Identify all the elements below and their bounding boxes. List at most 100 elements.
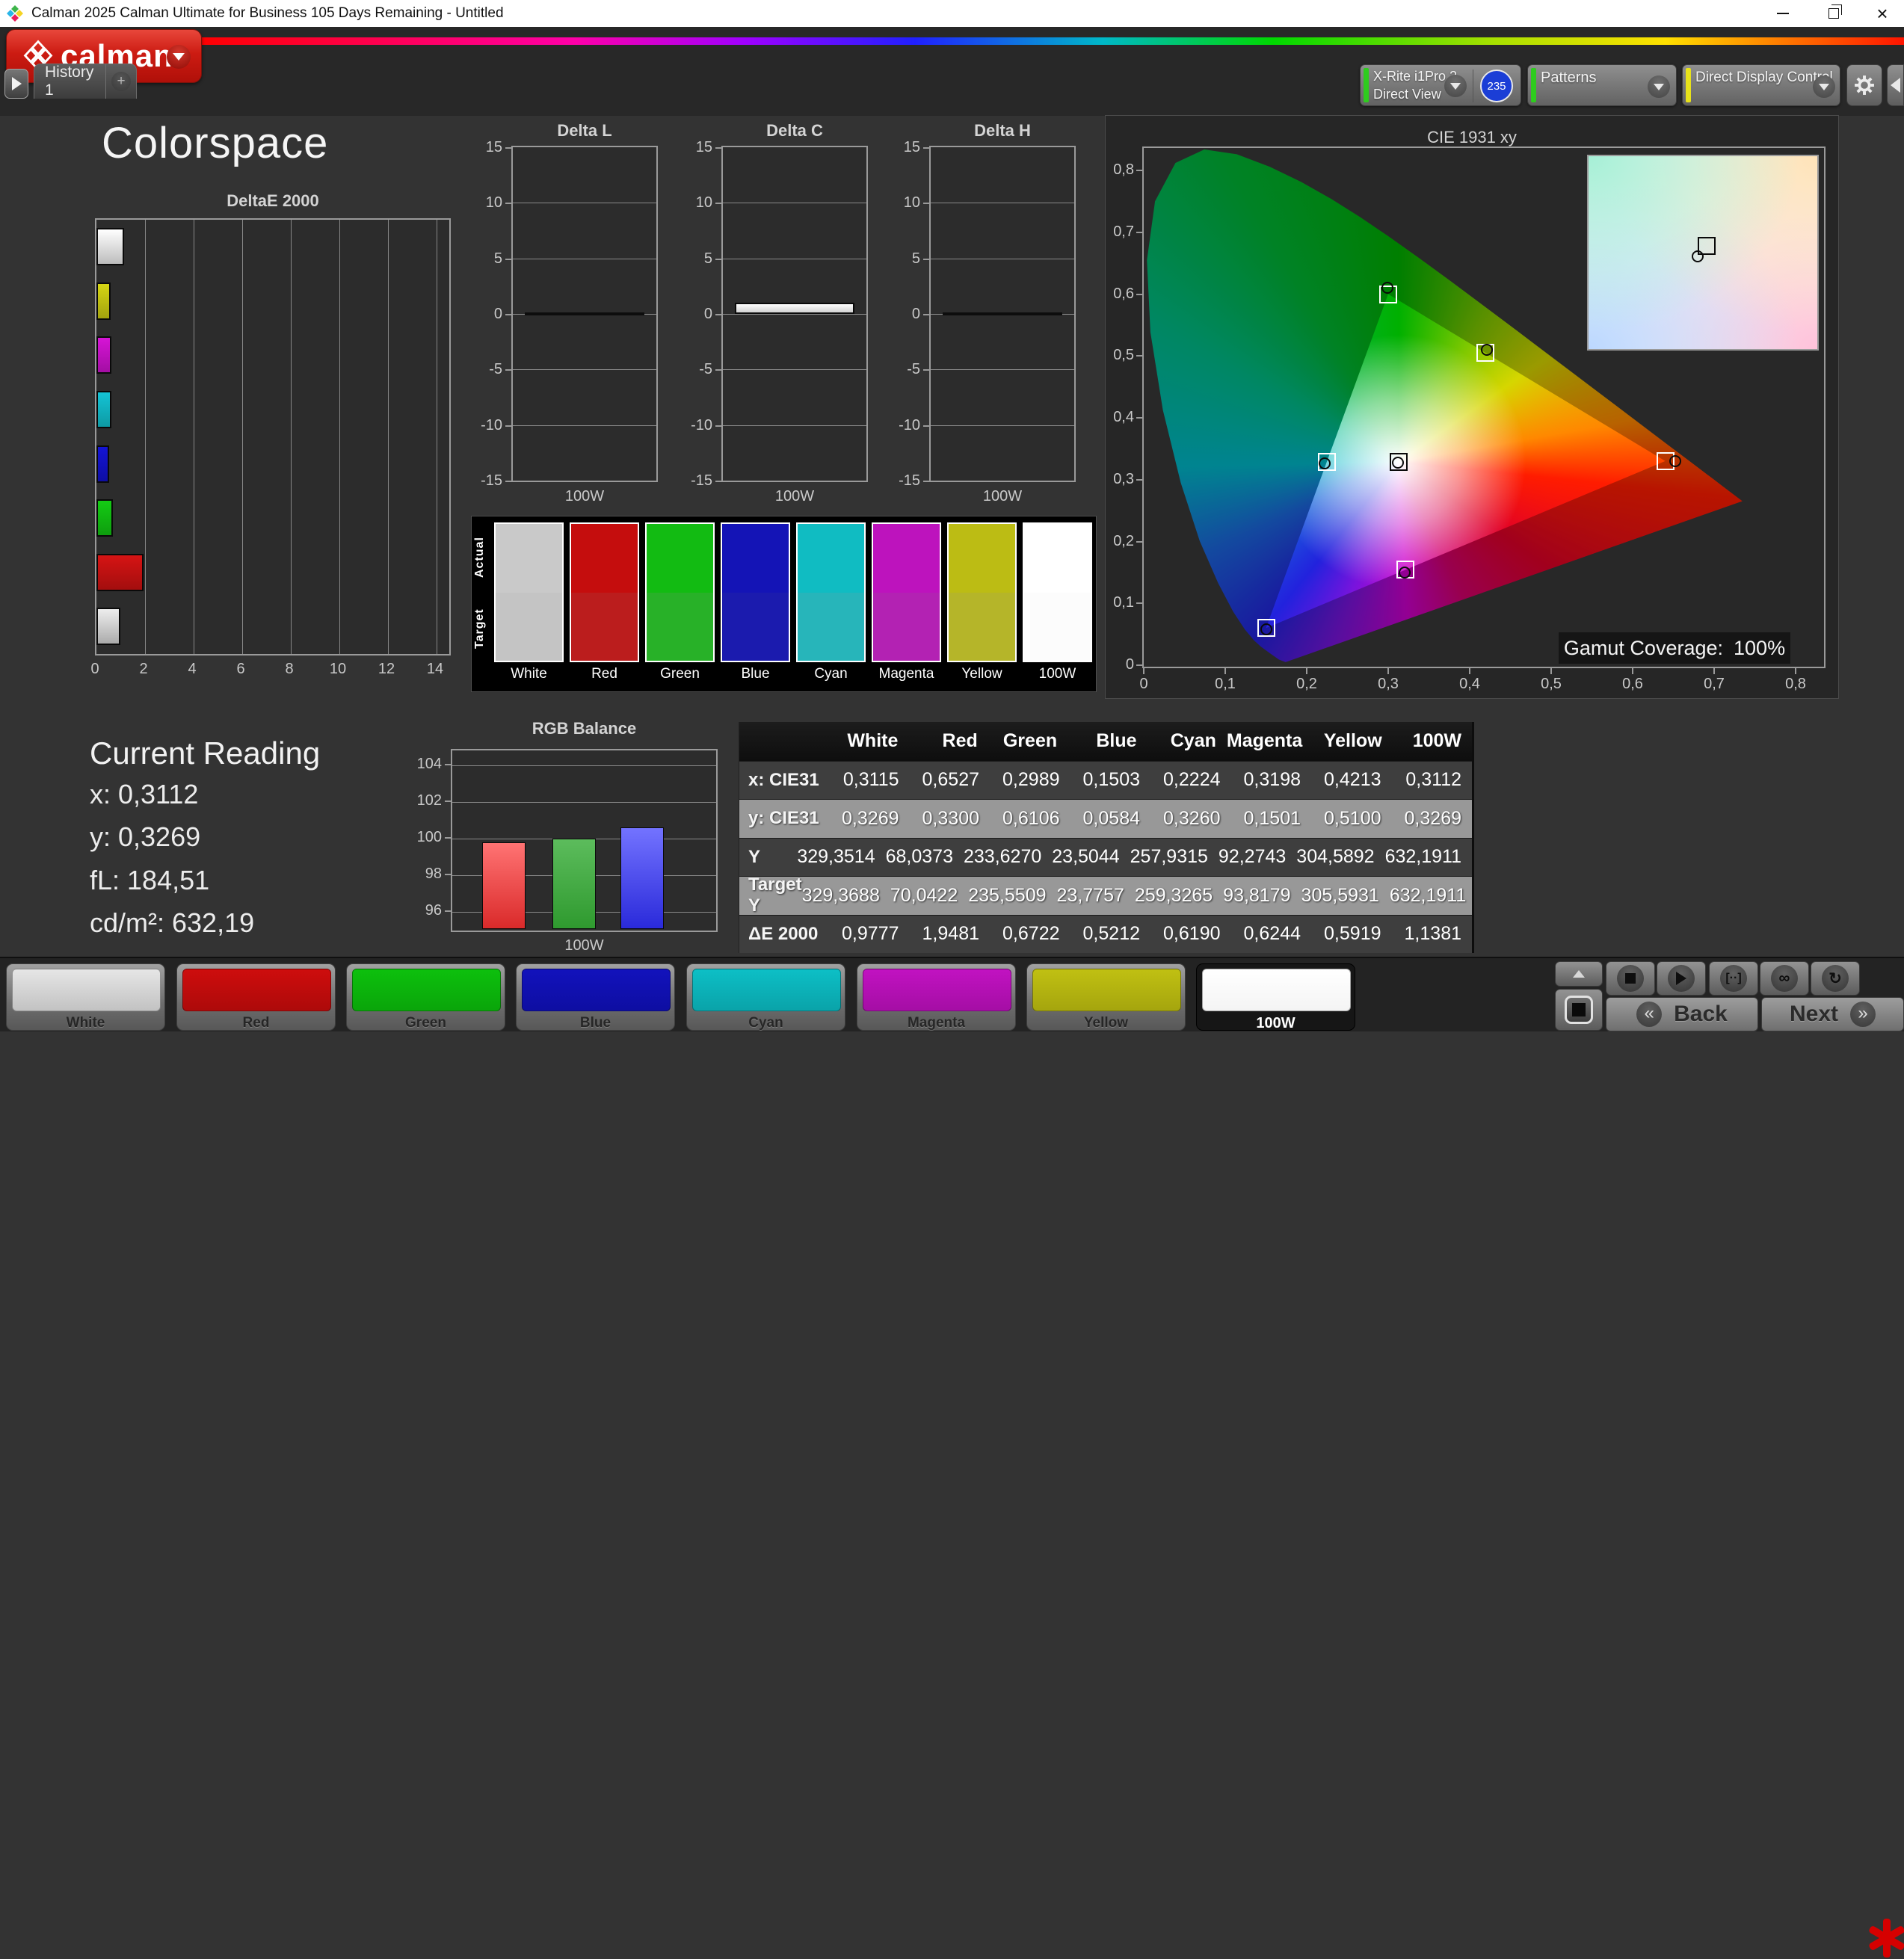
cie-x-tick (1387, 668, 1389, 674)
gamut-coverage-readout: Gamut Coverage: 100% (1559, 632, 1790, 664)
delta-tick-label: 5 (493, 250, 502, 267)
pattern-button-yellow[interactable]: Yellow (1026, 963, 1186, 1031)
pattern-swatch-red (182, 969, 331, 1011)
table-cell: 305,5931 (1301, 884, 1379, 906)
swatch-column-red (570, 522, 639, 662)
play-measure-button[interactable] (1657, 961, 1706, 996)
actual-target-swatch-panel: Actual Target White Red Green Blue Cyan Magen… (471, 516, 1097, 692)
swatch-label: Cyan (814, 666, 848, 682)
pattern-button-green[interactable]: Green (346, 963, 505, 1031)
continuous-measure-button[interactable]: ∞ (1760, 961, 1809, 996)
swatch-target (571, 592, 638, 661)
pattern-button-white[interactable]: White (6, 963, 165, 1031)
swatch-label: White (511, 666, 547, 682)
cie-x-tick (1632, 668, 1633, 674)
restore-button[interactable] (1812, 0, 1855, 27)
deltae-gridline (145, 220, 146, 654)
measure-range-button[interactable]: [··] (1709, 961, 1758, 996)
deltae-bar-cyan (96, 390, 112, 428)
display-control-dropdown-arrow-icon (1813, 75, 1835, 98)
chevron-up-icon (1573, 970, 1585, 978)
table-row[interactable]: ΔE 2000 0,9777 1,9481 0,6722 0,5212 0,6190 0,6… (739, 914, 1472, 953)
gamut-coverage-label: Gamut Coverage: (1563, 636, 1724, 659)
table-cell: 0,5919 (1324, 923, 1381, 945)
table-row[interactable]: Target Y 329,3688 70,0422 235,5509 23,7757 25… (739, 874, 1472, 916)
table-cell: 68,0373 (885, 846, 953, 868)
swatch-target (873, 592, 940, 661)
close-button[interactable]: × (1861, 0, 1904, 27)
deltae-bar-yellow (96, 282, 111, 320)
swatch-target (798, 592, 864, 661)
delta-tick-label: 0 (911, 306, 920, 322)
swatch-column-magenta (872, 522, 941, 662)
pattern-button-cyan[interactable]: Cyan (686, 963, 845, 1031)
meter-dropdown[interactable]: X-Rite i1Pro 2 Direct View 235 (1360, 64, 1521, 106)
pattern-button-100w[interactable]: 100W (1196, 963, 1355, 1031)
cie-y-tick-label: 0,1 (1113, 594, 1134, 611)
cie-x-tick-label: 0,1 (1215, 676, 1236, 692)
swatch-actual (722, 524, 789, 593)
back-button[interactable]: « Back (1606, 997, 1758, 1031)
display-control-dropdown[interactable]: Direct Display Control (1682, 64, 1840, 106)
collapse-toolbar-button[interactable] (1887, 64, 1904, 106)
pattern-button-blue[interactable]: Blue (516, 963, 675, 1031)
deltae2000-chart (95, 218, 451, 655)
rgb-balance-chart: 100W 104 102 100 98 96 (409, 749, 718, 954)
cie-y-tick-label: 0,4 (1113, 409, 1134, 425)
patterns-dropdown[interactable]: Patterns (1527, 64, 1677, 106)
stop-button[interactable] (1606, 961, 1655, 996)
delta-tick-label: -10 (481, 416, 502, 434)
cie-x-tick (1550, 668, 1552, 674)
white-point-zoom-inset (1587, 155, 1819, 351)
pattern-swatch-100w (1202, 969, 1351, 1011)
minimize-button[interactable] (1761, 0, 1805, 27)
table-row[interactable]: Y 329,3514 68,0373 233,6270 23,5044 257,9315 9… (739, 837, 1472, 876)
cie-1931-panel: CIE 1931 xy 0 0,1 0,2 0,3 0,4 0,5 0,6 0,7 0,8 0 0,… (1105, 115, 1839, 699)
display-window-button[interactable] (1555, 989, 1603, 1031)
swatch-label: Yellow (961, 666, 1002, 682)
swatch-label: 100W (1038, 666, 1076, 682)
add-tab-button[interactable]: + (106, 64, 136, 99)
table-cell: 93,8179 (1223, 884, 1291, 906)
pattern-bar-expand-button[interactable] (1555, 961, 1603, 987)
pattern-button-red[interactable]: Red (176, 963, 336, 1031)
refresh-button[interactable]: ↻ (1811, 961, 1860, 996)
pattern-button-magenta[interactable]: Magenta (857, 963, 1016, 1031)
table-cell: 0,6106 (1002, 807, 1060, 829)
table-col-header-green: Green (1002, 730, 1058, 752)
table-row[interactable]: x: CIE31 0,3115 0,6527 0,2989 0,1503 0,2224 0,… (739, 760, 1472, 799)
stop-icon (1625, 973, 1636, 984)
swatch-column-cyan (796, 522, 866, 662)
session-play-button[interactable] (4, 69, 28, 99)
rgb-tick-mark (445, 910, 451, 913)
table-row-label: Target Y (748, 874, 802, 916)
tab-history-1[interactable]: History 1 (34, 64, 105, 99)
restore-icon (1828, 4, 1842, 19)
rgb-tick-label: 96 (425, 902, 442, 919)
table-row-label: Y (748, 846, 761, 867)
delta-tick-mark (505, 481, 511, 482)
swatch-label: Blue (741, 666, 770, 682)
delta-tick-mark (715, 314, 721, 315)
pattern-label: White (66, 1015, 105, 1031)
current-reading-x: x: 0,3112 (90, 779, 199, 809)
table-col-header-blue: Blue (1096, 730, 1137, 752)
delta-h-chart: Delta H 100W 15 10 5 0 -5 -10 -15 (884, 121, 1079, 505)
table-row[interactable]: y: CIE31 0,3269 0,3300 0,6106 0,0584 0,3260 0,… (739, 799, 1472, 838)
swatch-actual (571, 524, 638, 593)
next-button[interactable]: Next » (1761, 997, 1904, 1031)
delta-tick-label: 10 (485, 194, 502, 212)
settings-button[interactable] (1846, 64, 1882, 106)
table-row-label: x: CIE31 (748, 769, 819, 790)
delta-l-chart: Delta L 100W 15 10 5 0 -5 -10 -15 (466, 121, 661, 505)
deltae2000-chart-title: DeltaE 2000 (227, 191, 319, 210)
cie-y-tick (1136, 602, 1142, 605)
delta-l-title: Delta L (557, 121, 612, 140)
range-icon: [··] (1725, 972, 1742, 984)
history-tab-group: History 1 + (34, 64, 137, 99)
delta-tick-label: 15 (695, 139, 712, 155)
rgb-tick-mark (445, 874, 451, 876)
table-cell: 0,3112 (1405, 769, 1461, 791)
meter-count-badge[interactable]: 235 (1480, 70, 1513, 102)
rgb-bar-blue (620, 827, 664, 929)
